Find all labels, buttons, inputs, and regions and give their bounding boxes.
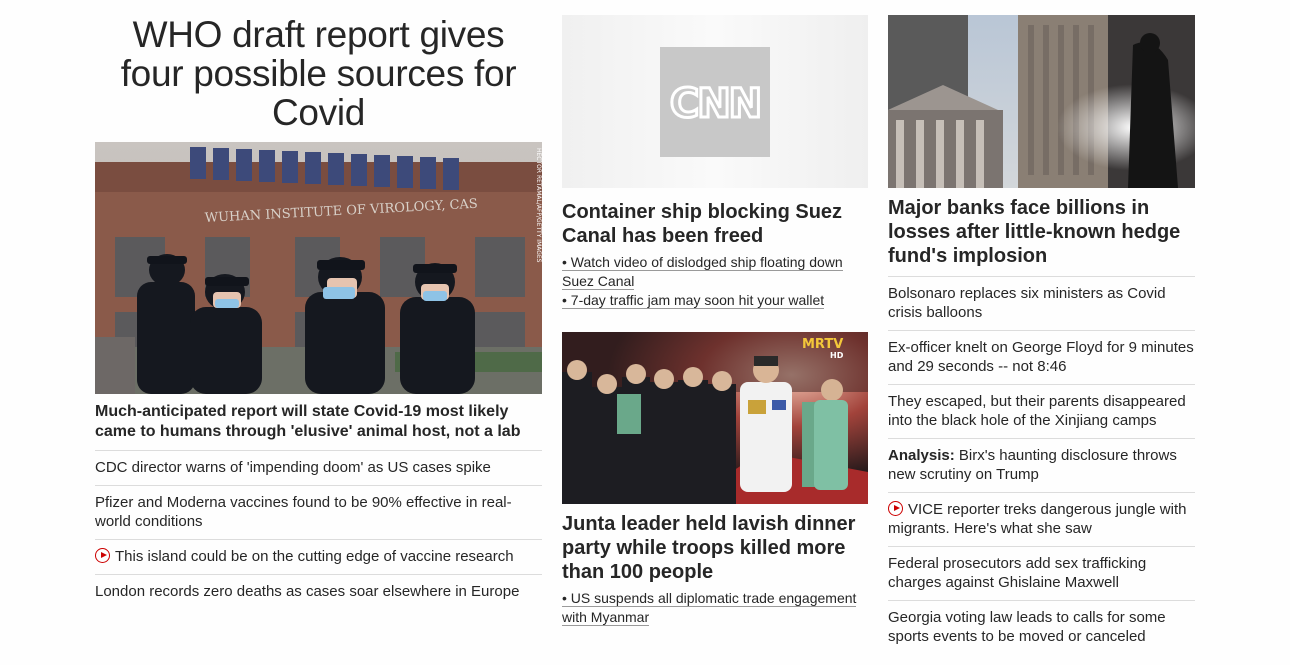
suez-link-traffic[interactable]: • 7-day traffic jam may soon hit your wa… xyxy=(562,291,868,310)
cnn-logo-text: CNN xyxy=(670,81,760,127)
wuhan-lab-photo: WUHAN INSTITUTE OF VIROLOGY, CAS HECTOR … xyxy=(95,142,542,394)
right-story-list: Bolsonaro replaces six ministers as Covi… xyxy=(888,276,1195,654)
list-item[interactable]: Analysis: Birx's haunting disclosure thr… xyxy=(888,438,1195,492)
wall-street-image[interactable] xyxy=(888,15,1195,188)
list-item[interactable]: This island could be on the cutting edge… xyxy=(95,539,542,574)
banks-headline[interactable]: Major banks face billions in losses afte… xyxy=(888,196,1195,268)
cnn-logo-placeholder: CNN xyxy=(562,15,868,188)
list-item[interactable]: CDC director warns of 'impending doom' a… xyxy=(95,450,542,485)
lead-subheadline[interactable]: Much-anticipated report will state Covid… xyxy=(95,402,542,442)
mrtv-hd-badge: HD xyxy=(830,351,844,360)
lead-story-list: CDC director warns of 'impending doom' a… xyxy=(95,450,542,609)
junta-image[interactable]: MRTV HD xyxy=(562,332,868,504)
suez-image[interactable]: CNN xyxy=(562,15,868,188)
lead-column: WHO draft report gives four possible sou… xyxy=(95,15,542,609)
junta-dinner-photo: MRTV HD xyxy=(562,332,868,504)
junta-link-myanmar[interactable]: • US suspends all diplomatic trade engag… xyxy=(562,589,868,627)
list-item[interactable]: London records zero deaths as cases soar… xyxy=(95,574,542,609)
list-item[interactable]: Bolsonaro replaces six ministers as Covi… xyxy=(888,276,1195,330)
list-item[interactable]: Ex-officer knelt on George Floyd for 9 m… xyxy=(888,330,1195,384)
suez-headline[interactable]: Container ship blocking Suez Canal has b… xyxy=(562,200,868,248)
suez-link-video[interactable]: • Watch video of dislodged ship floating… xyxy=(562,253,868,291)
right-column: Major banks face billions in losses afte… xyxy=(888,15,1195,654)
image-credit: HECTOR RETAMAL/AFP/GETTY IMAGES xyxy=(535,148,542,263)
junta-headline[interactable]: Junta leader held lavish dinner party wh… xyxy=(562,512,868,584)
wall-street-photo xyxy=(888,15,1195,188)
list-item[interactable]: Pfizer and Moderna vaccines found to be … xyxy=(95,485,542,539)
lead-image[interactable]: WUHAN INSTITUTE OF VIROLOGY, CAS HECTOR … xyxy=(95,142,542,394)
list-item[interactable]: Georgia voting law leads to calls for so… xyxy=(888,600,1195,654)
lead-headline[interactable]: WHO draft report gives four possible sou… xyxy=(95,15,542,141)
analysis-label: Analysis: xyxy=(888,447,955,464)
play-video-icon xyxy=(95,548,110,563)
list-item[interactable]: Federal prosecutors add sex trafficking … xyxy=(888,546,1195,600)
mrtv-logo: MRTV xyxy=(802,337,843,352)
list-item[interactable]: VICE reporter treks dangerous jungle wit… xyxy=(888,492,1195,546)
middle-column: CNN Container ship blocking Suez Canal h… xyxy=(562,15,868,627)
play-video-icon xyxy=(888,501,903,516)
list-item[interactable]: They escaped, but their parents disappea… xyxy=(888,384,1195,438)
